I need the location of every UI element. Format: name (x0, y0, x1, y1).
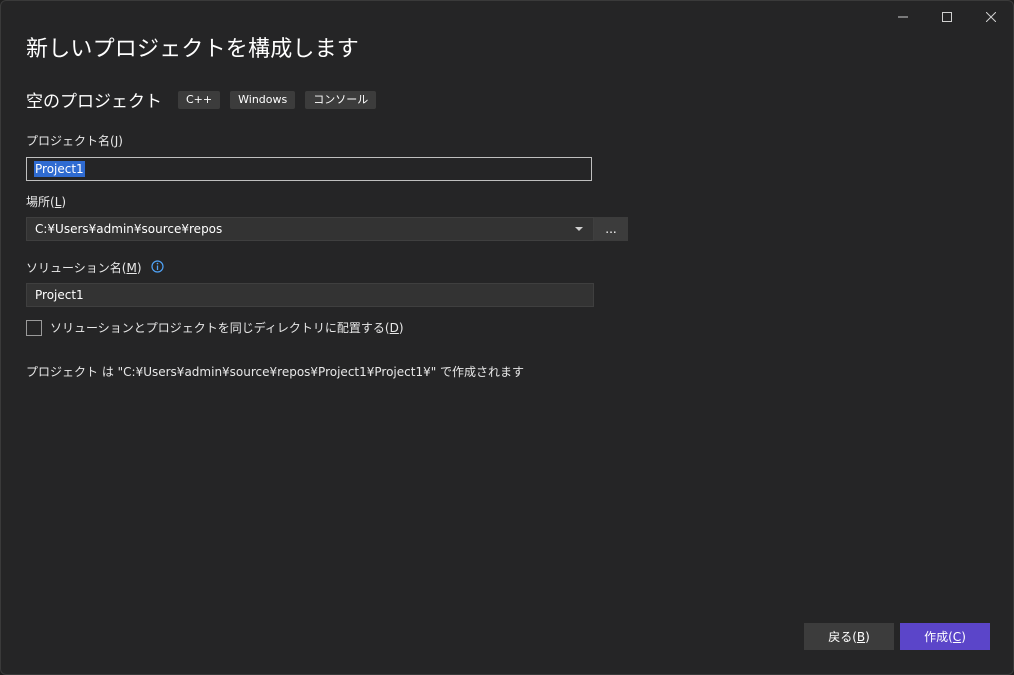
minimize-button[interactable] (881, 1, 925, 33)
template-info: 空のプロジェクト C++ Windows コンソール (26, 87, 386, 112)
project-path-note: プロジェクト は "C:¥Users¥admin¥source¥repos¥Pr… (26, 365, 525, 379)
solution-name-label: ソリューション名(M) (26, 259, 164, 276)
configure-project-window: 新しいプロジェクトを構成します 空のプロジェクト C++ Windows コンソ… (0, 0, 1014, 675)
close-icon (986, 12, 996, 22)
create-button[interactable]: 作成(C) (900, 623, 990, 650)
back-button[interactable]: 戻る(B) (804, 623, 894, 650)
template-name: 空のプロジェクト (26, 92, 162, 112)
page-title: 新しいプロジェクトを構成します (26, 37, 360, 62)
solution-name-value: Project1 (35, 288, 84, 302)
chevron-down-icon (573, 226, 585, 232)
project-name-value: Project1 (34, 161, 85, 177)
location-combobox[interactable]: C:¥Users¥admin¥source¥repos (26, 217, 594, 241)
solution-name-input[interactable]: Project1 (26, 283, 594, 307)
minimize-icon (898, 12, 908, 22)
tag-windows: Windows (230, 90, 296, 109)
location-label: 場所(L) (26, 195, 67, 209)
tag-cpp: C++ (178, 90, 221, 109)
project-name-label: プロジェクト名(J) (26, 134, 123, 148)
location-value: C:¥Users¥admin¥source¥repos (35, 222, 223, 236)
tag-console: コンソール (305, 90, 377, 109)
info-icon[interactable] (151, 259, 164, 276)
maximize-button[interactable] (925, 1, 969, 33)
project-name-input[interactable]: Project1 (26, 157, 592, 181)
same-directory-option: ソリューションとプロジェクトを同じディレクトリに配置する(D) (26, 319, 404, 336)
maximize-icon (942, 12, 952, 22)
browse-button[interactable]: ... (594, 217, 628, 241)
same-directory-label[interactable]: ソリューションとプロジェクトを同じディレクトリに配置する(D) (50, 319, 404, 336)
close-button[interactable] (969, 1, 1013, 33)
same-directory-checkbox[interactable] (26, 319, 42, 336)
window-controls (881, 1, 1013, 33)
